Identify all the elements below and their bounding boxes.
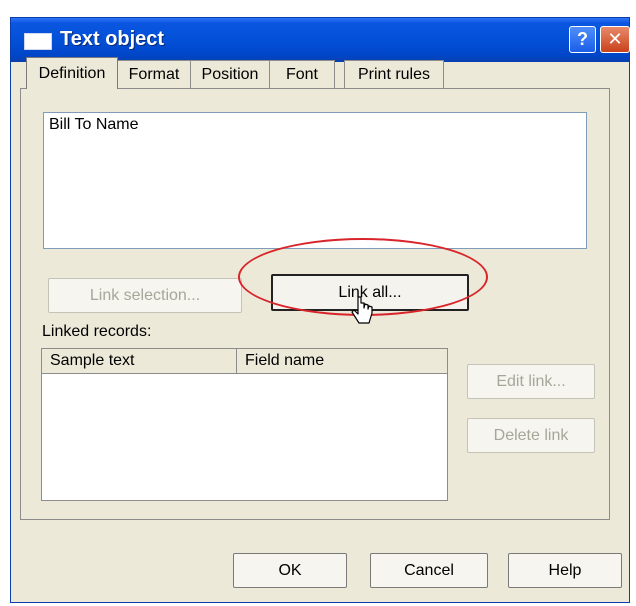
window-icon bbox=[24, 33, 52, 50]
tab-font[interactable]: Font bbox=[269, 60, 335, 88]
tab-position[interactable]: Position bbox=[190, 60, 270, 88]
definition-text-field[interactable]: Bill To Name bbox=[43, 112, 587, 249]
edit-link-button[interactable]: Edit link... bbox=[467, 364, 595, 399]
list-header: Sample text Field name bbox=[42, 349, 447, 374]
column-field-name[interactable]: Field name bbox=[237, 349, 449, 373]
titlebar-help-button[interactable]: ? bbox=[569, 26, 596, 53]
link-selection-button[interactable]: Link selection... bbox=[48, 278, 242, 313]
help-button[interactable]: Help bbox=[508, 553, 622, 588]
tab-print-rules[interactable]: Print rules bbox=[344, 60, 444, 88]
linked-records-label: Linked records: bbox=[42, 323, 152, 340]
title-bar[interactable]: Text object ? ✕ bbox=[11, 18, 630, 62]
mouse-pointer-icon bbox=[351, 296, 373, 324]
ok-button[interactable]: OK bbox=[233, 553, 347, 588]
close-button[interactable]: ✕ bbox=[600, 26, 630, 53]
tab-format[interactable]: Format bbox=[117, 60, 191, 88]
column-sample-text[interactable]: Sample text bbox=[42, 349, 237, 373]
tab-definition[interactable]: Definition bbox=[26, 57, 118, 89]
cancel-button[interactable]: Cancel bbox=[370, 553, 488, 588]
linked-records-list[interactable]: Sample text Field name bbox=[41, 348, 448, 501]
delete-link-button[interactable]: Delete link bbox=[467, 418, 595, 453]
window-title: Text object bbox=[60, 28, 165, 50]
